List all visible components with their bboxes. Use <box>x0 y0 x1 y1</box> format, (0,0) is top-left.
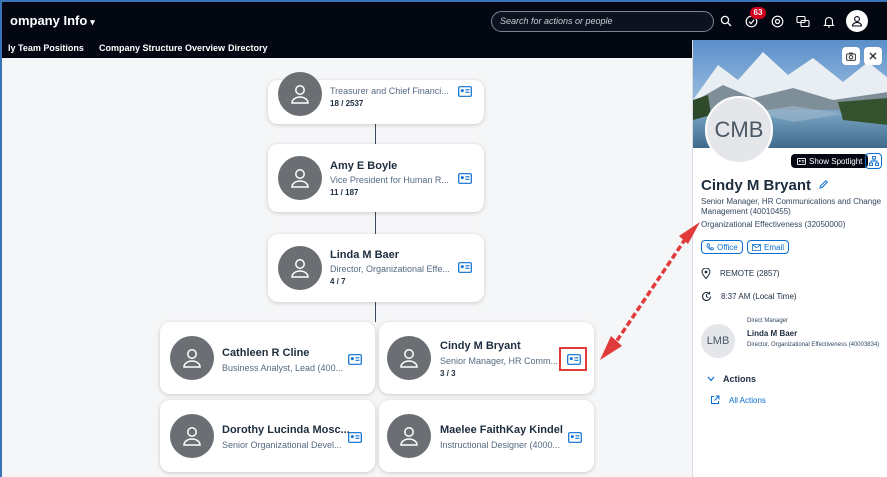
card-name: Cathleen R Cline <box>222 347 310 359</box>
profile-side-panel: CMB Show Spotlight Cindy M Bryant Senior… <box>692 40 887 477</box>
card-title: Instructional Designer (4000... <box>440 440 561 450</box>
avatar <box>170 336 214 380</box>
office-button[interactable]: Office <box>701 240 743 254</box>
shell-bar: ompany Info ▾ Search for actions or peopl… <box>2 2 887 40</box>
chat-icon[interactable] <box>792 10 814 32</box>
connector-line <box>375 122 376 144</box>
user-avatar-button[interactable] <box>846 10 868 32</box>
contact-card-icon[interactable] <box>348 432 362 443</box>
local-time-row: 8:37 AM (Local Time) <box>701 291 797 302</box>
card-title: Treasurer and Chief Financi... <box>330 86 449 96</box>
email-button[interactable]: Email <box>747 240 790 254</box>
search-input[interactable]: Search for actions or people <box>491 11 714 32</box>
avatar <box>278 246 322 290</box>
nav-directory[interactable]: Directory <box>228 43 268 53</box>
notification-badge: 63 <box>750 7 766 19</box>
org-card-linda-baer[interactable]: Linda M Baer Director, Organizational Ef… <box>268 234 484 302</box>
phone-icon <box>706 243 714 251</box>
caret-down-icon: ▾ <box>90 17 95 27</box>
card-count: 3 / 3 <box>440 369 456 378</box>
email-label: Email <box>764 242 785 252</box>
location-row: REMOTE (2857) <box>701 268 780 279</box>
profile-name-text: Cindy M Bryant <box>701 177 812 194</box>
show-spotlight-button[interactable]: Show Spotlight <box>791 154 869 168</box>
avatar <box>387 414 431 458</box>
app-title-label: ompany Info <box>10 13 88 28</box>
card-count: 18 / 2537 <box>330 99 364 108</box>
card-title: Senior Organizational Devel... <box>222 440 342 450</box>
profile-position: Senior Manager, HR Communications and Ch… <box>701 197 882 216</box>
org-card-maelee-kindel[interactable]: Maelee FaithKay Kindel Instructional Des… <box>379 400 594 472</box>
card-count: 11 / 187 <box>330 188 359 197</box>
manager-avatar[interactable]: LMB <box>701 324 735 358</box>
bell-icon[interactable] <box>818 10 840 32</box>
contact-card-icon[interactable] <box>458 86 472 97</box>
org-card-cathleen-cline[interactable]: Cathleen R Cline Business Analyst, Lead … <box>160 322 375 394</box>
nav-my-team-positions[interactable]: ly Team Positions <box>8 43 84 53</box>
chevron-down-icon <box>707 376 715 382</box>
profile-avatar: CMB <box>705 96 773 164</box>
org-card-dorothy[interactable]: Dorothy Lucinda Mosc... Senior Organizat… <box>160 400 375 472</box>
org-chart-button[interactable] <box>865 153 882 169</box>
card-name: Cindy M Bryant <box>440 340 521 352</box>
actions-toggle[interactable]: Actions <box>707 374 756 384</box>
connector-line <box>375 302 376 322</box>
manager-title: Director, Organizational Effectiveness (… <box>747 342 880 348</box>
card-count: 4 / 7 <box>330 277 346 286</box>
camera-icon[interactable] <box>842 47 860 65</box>
avatar <box>170 414 214 458</box>
contact-card-icon[interactable] <box>458 262 472 273</box>
close-icon[interactable] <box>864 47 882 65</box>
avatar <box>278 156 322 200</box>
card-name: Linda M Baer <box>330 249 400 261</box>
assistant-icon[interactable] <box>766 10 788 32</box>
all-actions-link[interactable]: All Actions <box>710 395 766 405</box>
external-link-icon <box>711 395 720 404</box>
location-text: REMOTE (2857) <box>720 269 780 278</box>
actions-label: Actions <box>723 374 757 384</box>
nav-company-structure-overview[interactable]: Company Structure Overview <box>99 43 225 53</box>
edit-pencil-icon[interactable] <box>818 179 829 190</box>
location-pin-icon <box>701 268 711 279</box>
all-actions-label: All Actions <box>729 395 766 405</box>
org-card-treasurer[interactable]: Treasurer and Chief Financi... 18 / 2537 <box>268 72 484 124</box>
card-title: Vice President for Human R... <box>330 175 449 185</box>
card-title: Director, Organizational Effe... <box>330 264 450 274</box>
connector-line <box>375 212 376 234</box>
manager-name[interactable]: Linda M Baer <box>747 329 797 338</box>
show-spotlight-label: Show Spotlight <box>809 156 863 166</box>
hierarchy-icon <box>868 156 879 166</box>
org-card-amy-boyle[interactable]: Amy E Boyle Vice President for Human R..… <box>268 144 484 212</box>
email-icon <box>752 243 761 251</box>
office-label: Office <box>717 242 738 252</box>
contact-card-icon[interactable] <box>568 432 582 443</box>
avatar <box>278 72 322 116</box>
clock-icon <box>701 291 712 301</box>
highlight-box <box>559 347 587 371</box>
search-placeholder: Search for actions or people <box>500 16 613 26</box>
contact-card-icon[interactable] <box>348 354 362 365</box>
avatar <box>387 336 431 380</box>
local-time-text: 8:37 AM (Local Time) <box>721 292 797 301</box>
profile-name: Cindy M Bryant <box>701 177 829 194</box>
app-title-menu[interactable]: ompany Info ▾ <box>10 13 95 28</box>
card-name: Dorothy Lucinda Mosc... <box>222 424 350 436</box>
card-title: Business Analyst, Lead (400... <box>222 363 344 373</box>
card-name: Maelee FaithKay Kindel <box>440 424 563 436</box>
profile-department: Organizational Effectiveness (32050000) <box>701 220 846 229</box>
direct-manager-heading: Direct Manager <box>747 318 789 324</box>
contact-card-icon[interactable] <box>458 173 472 184</box>
card-title: Senior Manager, HR Comm... <box>440 356 559 366</box>
contact-card-icon <box>797 157 806 165</box>
card-name: Amy E Boyle <box>330 160 398 172</box>
search-icon[interactable] <box>715 10 737 32</box>
